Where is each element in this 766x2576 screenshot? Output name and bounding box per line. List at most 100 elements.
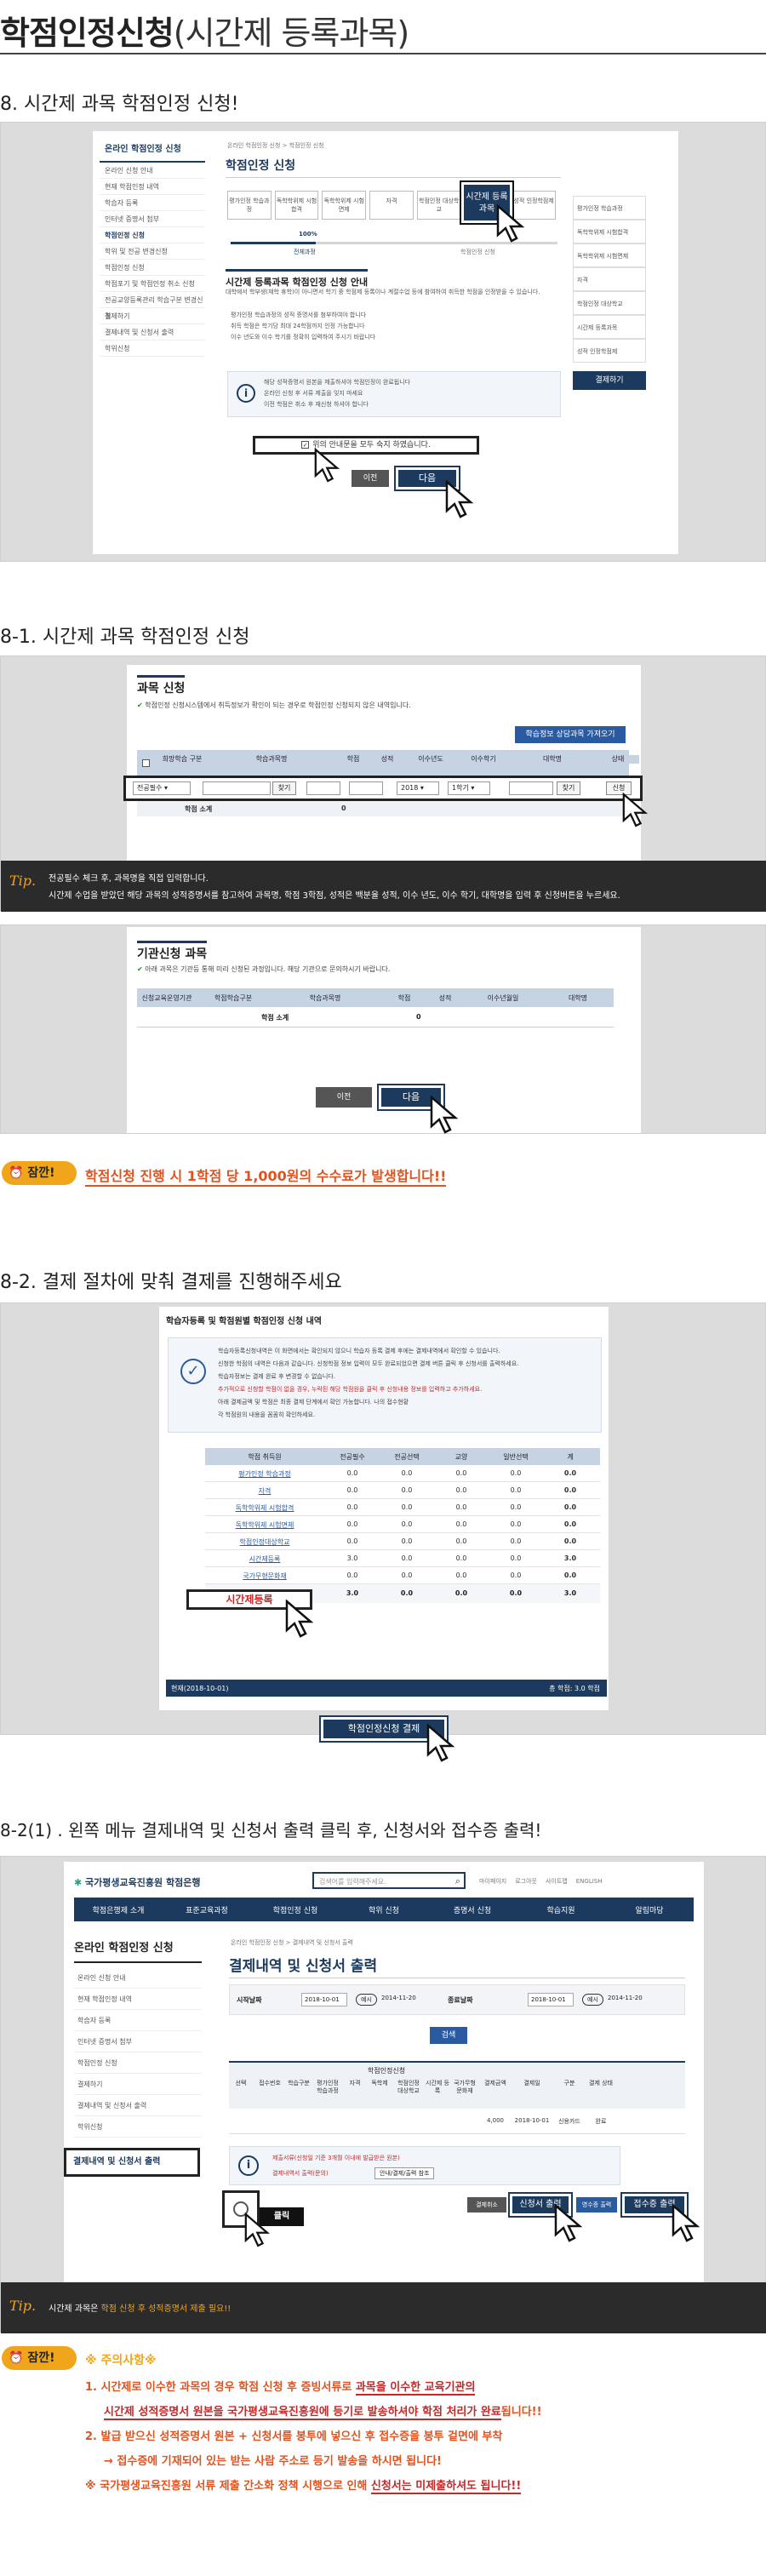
sidebar-item[interactable]: 전공교양등록관리 학습구분 변경신청 [100, 292, 205, 320]
right-menu-item[interactable]: 자격 [573, 267, 646, 291]
column-header: 시간제 등록 [426, 2080, 449, 2094]
site-logo[interactable]: ✱ 국가평생교육진흥원 학점은행 [74, 1875, 200, 1889]
step-tab[interactable]: 독학학위제 시험면제 [322, 191, 367, 220]
agree-box[interactable]: ✓ 위의 안내문을 모두 숙지 하였습니다. [253, 436, 479, 455]
credit-source-link[interactable]: 독학학위제 시험합격 [205, 1503, 324, 1513]
notice-guide-button[interactable]: 안내/결제/출력 참조 [374, 2167, 435, 2179]
gnb-item[interactable]: 알림마당 [605, 1904, 694, 1915]
side-menu-item[interactable]: 온라인 신청 안내 [74, 1967, 202, 1989]
credit-source-link[interactable]: 국가무형문화재 [205, 1571, 324, 1581]
sidebar-item[interactable]: 현재 학점인정 내역 [100, 179, 205, 195]
search-icon[interactable]: ⌕ [455, 1875, 460, 1887]
sidebar-item[interactable]: 학위 및 전공 변경신청 [100, 243, 205, 260]
credit-source-link[interactable]: 학점인정대상학교 [205, 1537, 324, 1547]
gnb-item[interactable]: 학점인정 신청 [251, 1904, 340, 1915]
year-select[interactable]: 2018 ▾ [397, 781, 439, 795]
chevron-down-icon: ▾ [471, 784, 475, 792]
pay-cancel-button[interactable]: 결제취소 [467, 2197, 506, 2212]
example-badge: 예시 [356, 1994, 377, 2006]
sidebar-item[interactable]: 온라인 신청 안내 [100, 163, 205, 179]
column-header: 선택 [235, 2080, 247, 2087]
right-menu-item[interactable]: 시간제 등록과목 [573, 315, 646, 339]
right-menu-item[interactable]: 평가인정 학습과정 [573, 196, 646, 220]
side-menu-item[interactable]: 결제하기 [74, 2074, 202, 2095]
sidebar-item[interactable]: 학점인정 신청 [100, 260, 205, 276]
column-header: 평가인정 학습과정 [317, 2080, 339, 2094]
gnb-item[interactable]: 표준교육과정 [163, 1904, 251, 1915]
select-all-checkbox[interactable] [142, 759, 150, 767]
column-header: 자격 [349, 2080, 361, 2087]
gnb-item[interactable]: 학위 신청 [340, 1904, 428, 1915]
section-8-heading: 8. 시간제 과목 학점인정 신청! [0, 94, 239, 115]
summary-table: 학점 취득원 전공필수 전공선택 교양 일반선택 계 평가인정 학습과정 0.0 0.0 0.0 0… [205, 1448, 600, 1603]
column-header: 성적 [428, 993, 462, 1003]
start-date-input[interactable]: 2018-10-01 [301, 1993, 347, 2006]
side-menu-item[interactable]: 학습자 등록 [74, 2010, 202, 2031]
checkbox-icon[interactable]: ✓ [301, 441, 310, 449]
start-date-label: 시작날짜 [237, 1996, 262, 2004]
right-menu-item[interactable]: 학점인정 대상학교 [573, 291, 646, 315]
sidebar-item[interactable]: 인터넷 증명서 첨부 [100, 211, 205, 227]
step-tab[interactable]: 평가인정 학습과정 [227, 191, 272, 220]
credit-source-link[interactable]: 독학학위제 시험면제 [205, 1520, 324, 1530]
step-tab[interactable]: 자격 [369, 191, 414, 220]
top-link[interactable]: 로그아웃 [515, 1878, 537, 1885]
highlight-side-item[interactable]: 결제내역 및 신청서 출력 [64, 2148, 200, 2177]
sidebar-item[interactable]: 학점포기 및 학점인정 취소 신청 [100, 276, 205, 292]
sidebar-item[interactable]: 학점인정 신청 [100, 227, 205, 243]
sidebar-item[interactable]: 결제내역 및 신청서 출력 [100, 324, 205, 341]
table-cell: 0.0 [401, 1503, 413, 1511]
sidebar-item[interactable]: 결제하기 [100, 308, 205, 324]
credit-source-link[interactable]: 평가인정 학습과정 [205, 1469, 324, 1479]
credit-source-link[interactable]: 시간제등록 [205, 1554, 324, 1564]
side-menu-item[interactable]: 결제내역 및 신청서 출력 [74, 2095, 202, 2116]
grade-input[interactable] [349, 781, 383, 795]
date-search-button[interactable]: 검색 [430, 2027, 467, 2044]
right-menu-item[interactable]: 독학학위제 시험면제 [573, 243, 646, 267]
table-cell: 0.0 [563, 1469, 577, 1477]
sidebar-item[interactable]: 학습자 등록 [100, 195, 205, 211]
find-school-button[interactable]: 찾기 [557, 781, 580, 795]
history-table-header: 학점인정신청 선택 접수번호 학습구분 평가인정 학습과정 자격 독학제 학점인정 대상학교 시… [229, 2061, 685, 2109]
progress-percent: 100% [299, 231, 317, 238]
table-cell: 완료 [595, 2118, 607, 2125]
table-cell: 0.0 [563, 1486, 577, 1494]
school-input[interactable] [509, 781, 553, 795]
credit-source-link[interactable]: 자격 [205, 1486, 324, 1496]
side-menu-item[interactable]: 학위신청 [74, 2116, 202, 2138]
credit-input[interactable] [306, 781, 340, 795]
column-header: 성적 [372, 755, 403, 764]
notice-box: i 해당 성적증명서 원본을 제출하셔야 학점인정이 완료됩니다 온라인 신청 후… [227, 371, 561, 417]
prev-button[interactable]: 이전 [352, 470, 389, 487]
caution-line-3: ※ 국가평생교육진흥원 서류 제출 간소화 정책 시행으로 인해 신청서는 미제… [85, 2474, 757, 2499]
table-cell: 0.0 [510, 1486, 522, 1494]
end-date-input[interactable]: 2018-10-01 [528, 1993, 574, 2006]
progress-right-label: 학점인정 신청 [460, 249, 495, 255]
right-pay-button[interactable]: 결제하기 [573, 371, 646, 390]
learning-type-select[interactable]: 전공필수 ▾ [133, 781, 191, 795]
step-tab[interactable]: 학점인정 대상학교 [416, 191, 461, 220]
gnb-item[interactable]: 학습지원 [517, 1904, 605, 1915]
site-search[interactable]: 검색어를 입력해주세요. ⌕ [312, 1872, 466, 1889]
step-tab[interactable]: 독학학위제 시험합격 [274, 191, 319, 220]
column-header: 접수번호 [259, 2080, 281, 2087]
top-link[interactable]: 사이트맵 [546, 1878, 568, 1885]
side-menu-item[interactable]: 인터넷 증명서 첨부 [74, 2031, 202, 2052]
right-menu-item[interactable]: 성적 인정학점제 [573, 339, 646, 363]
course-name-input[interactable] [203, 781, 271, 795]
find-button[interactable]: 찾기 [272, 781, 296, 795]
gnb-item[interactable]: 증명서 신청 [428, 1904, 517, 1915]
import-button[interactable]: 학습정보 상담과목 가져오기 [515, 726, 626, 743]
term-select[interactable]: 1학기 ▾ [448, 781, 490, 795]
prev-button-2[interactable]: 이전 [316, 1087, 372, 1108]
side-menu-item[interactable]: 현재 학점인정 내역 [74, 1989, 202, 2010]
top-link[interactable]: ENGLISH [576, 1878, 603, 1885]
gnb-item[interactable]: 학점은행제 소개 [74, 1904, 163, 1915]
table-cell: 0.0 [563, 1520, 577, 1528]
caution-body: 1. 시간제로 이수한 과목의 경우 학점 신청 후 증빙서류로 과목을 이수한… [85, 2375, 757, 2499]
right-menu-item[interactable]: 독학학위제 시험합격 [573, 220, 646, 243]
top-link[interactable]: 마이페이지 [479, 1878, 506, 1885]
side-menu-item[interactable]: 학점인정 신청 [74, 2052, 202, 2074]
tip-bar-2: Tip. 시간제 과목은 학점 신청 후 성적증명서 제출 필요!! [1, 2282, 766, 2333]
sidebar-item[interactable]: 학위신청 [100, 341, 205, 357]
